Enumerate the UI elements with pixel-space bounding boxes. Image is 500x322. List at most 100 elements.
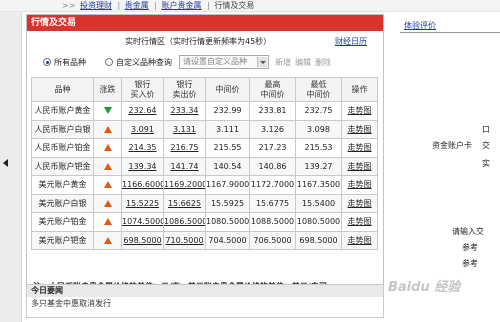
low-mid-price: 215.53 [295, 138, 342, 158]
variety-name: 人民币账户铂金 [31, 138, 94, 158]
trend-up-icon [103, 199, 112, 207]
breadcrumb-link-precious-metal[interactable]: 贵金属 [125, 1, 149, 10]
quotes-panel: 行情及交易 实时行情区（实时行情更新频率为45秒） 财经日历 所有品种 自定义品… [26, 14, 384, 318]
mid-price: 215.55 [205, 138, 250, 158]
breadcrumb-link-invest[interactable]: 投资理财 [80, 1, 112, 10]
trend-chart-link[interactable]: 走势图 [341, 101, 378, 121]
reference-label: 参考 [462, 259, 478, 268]
bank-sell-price-link[interactable]: 141.74 [163, 156, 206, 176]
table-row: 美元账户黄金 1166.6000 1169.2000 1167.9000 117… [31, 175, 378, 195]
select-placeholder: 请设置自定义品种 [183, 57, 247, 66]
edit-button[interactable]: 编辑 [295, 57, 311, 68]
bank-buy-price-link[interactable]: 232.64 [121, 101, 164, 121]
radio-all-label: 所有品种 [54, 58, 86, 67]
variety-name: 人民币账户白银 [31, 119, 94, 139]
side-divider [400, 32, 500, 33]
left-sidebar-collapsed [0, 12, 22, 322]
bank-sell-price-link[interactable]: 233.34 [163, 101, 206, 121]
low-mid-price: 3.098 [295, 119, 342, 139]
breadcrumb-separator: | [117, 1, 121, 10]
mid-price: 15.5925 [205, 193, 250, 213]
high-mid-price: 706.5000 [249, 230, 296, 250]
delete-button[interactable]: 删除 [315, 57, 331, 68]
refresh-row: 实时行情区（实时行情更新频率为45秒） 财经日历 [27, 31, 383, 51]
add-button[interactable]: 新增 [275, 57, 291, 68]
low-mid-price: 15.5400 [295, 193, 342, 213]
table-row: 人民币账户铂金 214.35 216.75 215.55 217.23 215.… [31, 138, 378, 158]
col-header-action: 操作 [341, 77, 378, 102]
radio-all-varieties[interactable] [43, 58, 51, 66]
feedback-link[interactable]: 体验评价 [404, 20, 436, 31]
mid-price: 1080.5000 [205, 212, 250, 232]
trend-down-icon [103, 107, 112, 115]
variety-name: 美元账户铂金 [31, 212, 94, 232]
table-row: 美元账户铂金 1074.5000 1086.5000 1080.5000 108… [31, 212, 378, 232]
bank-sell-price-link[interactable]: 1086.5000 [163, 212, 206, 232]
trend-up-icon [103, 125, 112, 133]
trend-chart-link[interactable]: 走势图 [341, 138, 378, 158]
breadcrumb: >> 投资理财 | 贵金属 | 账户贵金属 | 行情及交易 [62, 0, 362, 12]
reference-label: 参考 [462, 243, 478, 252]
trend-chart-link[interactable]: 走势图 [341, 193, 378, 213]
table-row: 美元账户钯金 698.5000 710.5000 704.5000 706.50… [31, 230, 378, 250]
trend-cell [93, 230, 122, 250]
finance-calendar-link[interactable]: 财经日历 [335, 36, 367, 47]
enter-transaction-label: 请输入交 [452, 227, 484, 236]
high-mid-price: 3.126 [249, 119, 296, 139]
side-text-fragment: 实 [482, 159, 490, 168]
bank-buy-price-link[interactable]: 3.091 [121, 119, 164, 139]
custom-variety-select[interactable]: 请设置自定义品种 [179, 55, 269, 69]
high-mid-price: 140.86 [249, 156, 296, 176]
trend-up-icon [103, 236, 112, 244]
news-title: 今日要闻 [27, 285, 383, 297]
bank-sell-price-link[interactable]: 710.5000 [163, 230, 206, 250]
bank-buy-price-link[interactable]: 1074.5000 [121, 212, 164, 232]
high-mid-price: 233.81 [249, 101, 296, 121]
high-mid-price: 217.23 [249, 138, 296, 158]
side-text-fragment: 口 [482, 125, 490, 134]
col-header-high: 最高 中间价 [249, 77, 296, 102]
trend-chart-link[interactable]: 走势图 [341, 156, 378, 176]
trend-chart-link[interactable]: 走势图 [341, 119, 378, 139]
high-mid-price: 1172.7000 [249, 175, 296, 195]
filter-row: 所有品种 自定义品种查询 请设置自定义品种 新增 编辑 删除 [27, 51, 383, 73]
table-row: 人民币账户白银 3.091 3.131 3.111 3.126 3.098 走势… [31, 119, 378, 139]
bank-sell-price-link[interactable]: 1169.2000 [163, 175, 206, 195]
trend-chart-link[interactable]: 走势图 [341, 175, 378, 195]
trend-up-icon [103, 144, 112, 152]
bank-buy-price-link[interactable]: 1166.6000 [121, 175, 164, 195]
trend-chart-link[interactable]: 走势图 [341, 212, 378, 232]
high-mid-price: 15.6775 [249, 193, 296, 213]
breadcrumb-separator: | [207, 1, 210, 10]
variety-name: 美元账户白银 [31, 193, 94, 213]
bank-sell-price-link[interactable]: 3.131 [163, 119, 206, 139]
radio-custom-label: 自定义品种查询 [116, 58, 172, 67]
trend-chart-link[interactable]: 走势图 [341, 230, 378, 250]
table-row: 人民币账户钯金 139.34 141.74 140.54 140.86 139.… [31, 156, 378, 176]
bank-buy-price-link[interactable]: 698.5000 [121, 230, 164, 250]
col-header-bank-buy: 银行 买入价 [121, 77, 164, 102]
bank-sell-price-link[interactable]: 216.75 [163, 138, 206, 158]
mid-price: 1167.9000 [205, 175, 250, 195]
low-mid-price: 232.75 [295, 101, 342, 121]
breadcrumb-link-account-metal[interactable]: 账户贵金属 [162, 1, 202, 10]
variety-name: 人民币账户钯金 [31, 156, 94, 176]
radio-custom-query[interactable] [105, 58, 113, 66]
panel-title: 行情及交易 [27, 15, 383, 31]
bank-sell-price-link[interactable]: 15.6625 [163, 193, 206, 213]
trend-cell [93, 101, 122, 121]
news-item-link[interactable]: 多只基金中惠取消发行 [27, 297, 383, 310]
mid-price: 704.5000 [205, 230, 250, 250]
high-mid-price: 1088.5000 [249, 212, 296, 232]
trend-up-icon [103, 218, 112, 226]
variety-name: 美元账户黄金 [31, 175, 94, 195]
trend-cell [93, 212, 122, 232]
collapse-arrow-icon[interactable] [3, 159, 8, 167]
col-header-mid: 中间价 [205, 77, 250, 102]
today-news-box: 今日要闻 多只基金中惠取消发行 [26, 284, 384, 318]
breadcrumb-separator: | [154, 1, 157, 10]
bank-buy-price-link[interactable]: 214.35 [121, 138, 164, 158]
bank-buy-price-link[interactable]: 139.34 [121, 156, 164, 176]
bank-buy-price-link[interactable]: 15.5225 [121, 193, 164, 213]
refresh-info: 实时行情区（实时行情更新频率为45秒） [125, 37, 272, 46]
